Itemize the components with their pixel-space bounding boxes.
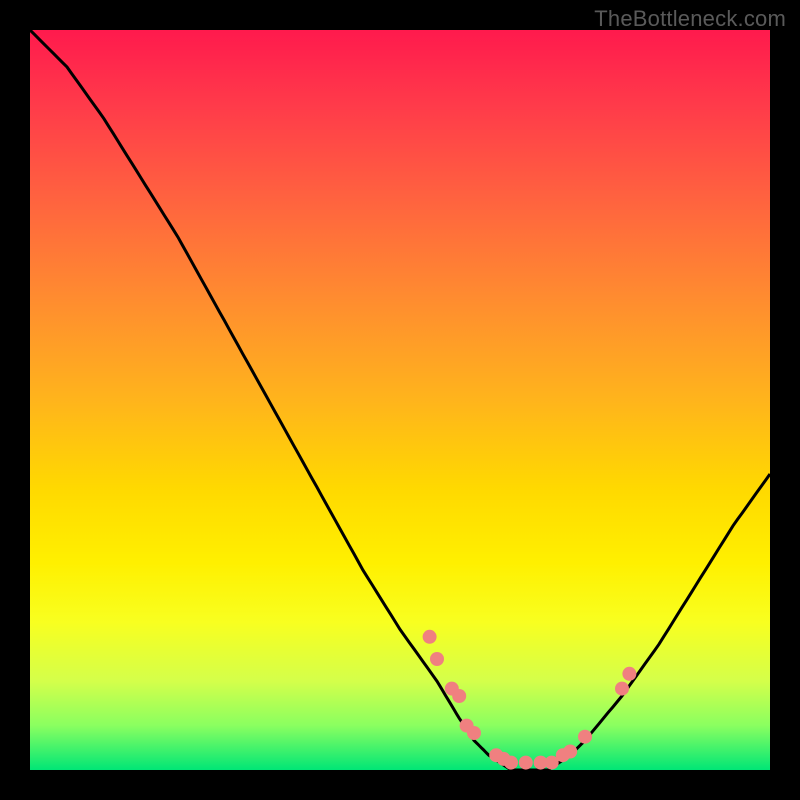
data-point [452,689,466,703]
data-point [615,682,629,696]
bottleneck-curve [30,30,770,770]
data-point [519,756,533,770]
watermark-text: TheBottleneck.com [594,6,786,32]
chart-svg [30,30,770,770]
data-point [563,745,577,759]
data-point [423,630,437,644]
data-point [622,667,636,681]
data-point [578,730,592,744]
data-point [467,726,481,740]
data-point [430,652,444,666]
data-point [504,756,518,770]
chart-frame: TheBottleneck.com [0,0,800,800]
scatter-points [423,630,637,770]
